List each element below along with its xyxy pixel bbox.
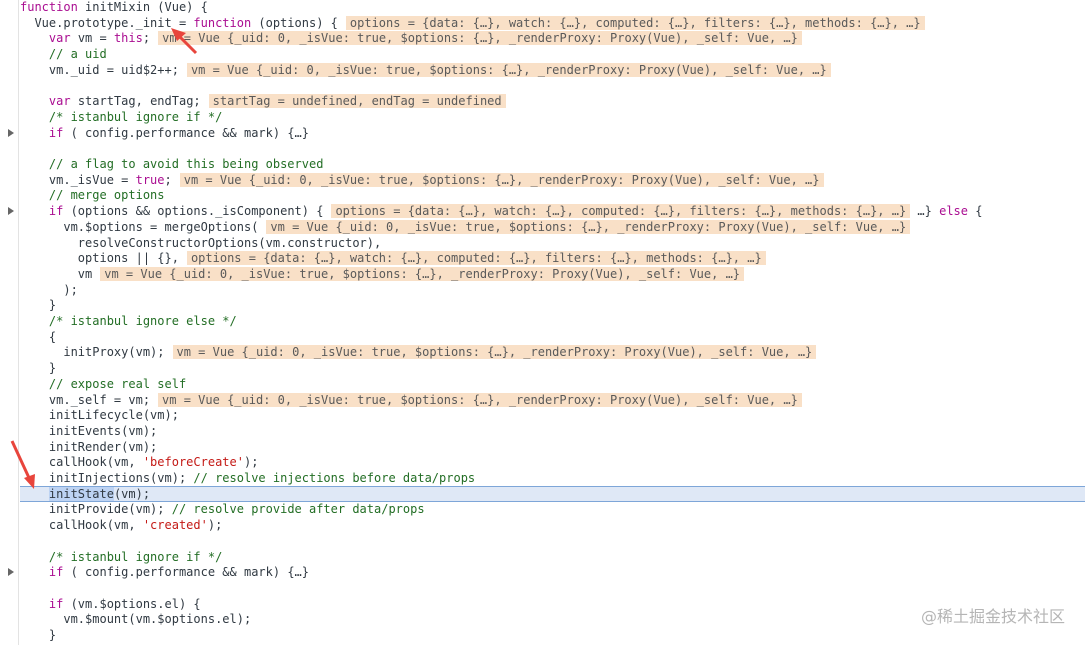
- code-line[interactable]: [20, 140, 1085, 156]
- code-text: vm._isVue = true;: [20, 172, 172, 187]
- code-text: var startTag, endTag;: [48, 94, 201, 109]
- watermark: @稀土掘金技术社区: [920, 607, 1065, 626]
- code-line[interactable]: /* istanbul ignore if */: [20, 549, 1085, 565]
- code-text: vm.$options = mergeOptions(: [20, 219, 259, 234]
- code-line[interactable]: initEvents(vm);: [20, 423, 1085, 439]
- code-line[interactable]: // merge options: [20, 187, 1085, 203]
- fold-toggle-icon[interactable]: [8, 128, 14, 137]
- code-line[interactable]: [20, 580, 1085, 596]
- code-line[interactable]: // expose real self: [20, 376, 1085, 392]
- code-text: vm.$mount(vm.$options.el);: [20, 612, 252, 627]
- code-line[interactable]: if ( config.performance && mark) {…}: [20, 125, 1085, 141]
- code-line[interactable]: initInjections(vm); // resolve injection…: [20, 470, 1085, 486]
- code-text: // a uid: [20, 47, 107, 62]
- code-line[interactable]: vm._self = vm; vm = Vue {_uid: 0, _isVue:…: [20, 392, 1085, 408]
- code-line[interactable]: Vue.prototype._init = function (options)…: [20, 15, 1085, 31]
- code-text: var vm = this;: [48, 31, 151, 46]
- code-text: initProvide(vm); // resolve provide afte…: [20, 502, 425, 517]
- source-code-panel[interactable]: function initMixin (Vue) { Vue.prototype…: [0, 0, 1085, 645]
- code-line[interactable]: /* istanbul ignore if */: [20, 109, 1085, 125]
- code-text-suffix: …} else {: [910, 204, 983, 219]
- code-line[interactable]: {: [20, 329, 1085, 345]
- code-text: initInjections(vm); // resolve injection…: [20, 471, 476, 485]
- inline-debug-value[interactable]: vm = Vue {_uid: 0, _isVue: true, $option…: [172, 345, 817, 360]
- code-text: }: [20, 361, 57, 376]
- inline-debug-value[interactable]: startTag = undefined, endTag = undefined: [208, 94, 506, 109]
- code-text: /* istanbul ignore if */: [20, 549, 223, 564]
- inline-debug-value[interactable]: options = {data: {…}, watch: {…}, comput…: [331, 204, 911, 219]
- code-text: initRender(vm);: [20, 439, 158, 454]
- code-text: /* istanbul ignore else */: [20, 314, 237, 328]
- inline-debug-value[interactable]: vm = Vue {_uid: 0, _isVue: true, $option…: [266, 219, 911, 234]
- code-line[interactable]: var vm = this; vm = Vue {_uid: 0, _isVue:…: [20, 30, 1085, 46]
- code-text: if (options && options._isComponent) {: [48, 204, 324, 219]
- code-text: vm: [20, 266, 93, 281]
- inline-debug-value[interactable]: vm = Vue {_uid: 0, _isVue: true, $option…: [100, 266, 745, 281]
- code-text: Vue.prototype._init = function (options)…: [20, 15, 338, 30]
- code-text: if (vm.$options.el) {: [48, 596, 201, 611]
- code-line[interactable]: // a flag to avoid this being observed: [20, 156, 1085, 172]
- code-text: callHook(vm, 'beforeCreate');: [20, 455, 259, 470]
- code-line[interactable]: initRender(vm);: [20, 439, 1085, 455]
- code-line[interactable]: [20, 533, 1085, 549]
- inline-debug-value[interactable]: options = {data: {…}, watch: {…}, comput…: [345, 15, 925, 30]
- code-line[interactable]: /* istanbul ignore else */: [20, 313, 1085, 329]
- code-line[interactable]: function initMixin (Vue) {: [20, 0, 1085, 15]
- code-line[interactable]: initProvide(vm); // resolve provide afte…: [20, 501, 1085, 517]
- code-line[interactable]: }: [20, 627, 1085, 643]
- code-text: // expose real self: [20, 376, 187, 391]
- code-line[interactable]: initLifecycle(vm);: [20, 407, 1085, 423]
- code-line[interactable]: vm vm = Vue {_uid: 0, _isVue: true, $opti…: [20, 266, 1085, 282]
- code-text: }: [20, 628, 57, 642]
- code-line[interactable]: options || {}, options = {data: {…}, watc…: [20, 250, 1085, 266]
- code-text: // a flag to avoid this being observed: [20, 157, 324, 171]
- code-text: resolveConstructorOptions(vm.constructor…: [20, 235, 382, 250]
- code-line[interactable]: // a uid: [20, 46, 1085, 62]
- code-text: initProxy(vm);: [20, 345, 165, 360]
- code-line[interactable]: callHook(vm, 'beforeCreate');: [20, 454, 1085, 470]
- code-text: /* istanbul ignore if */: [20, 109, 223, 124]
- fold-toggle-icon[interactable]: [8, 207, 14, 216]
- code-line[interactable]: callHook(vm, 'created');: [20, 517, 1085, 533]
- code-text: {: [20, 329, 57, 344]
- code-line[interactable]: var startTag, endTag; startTag = undefine…: [20, 93, 1085, 109]
- inline-debug-value[interactable]: vm = Vue {_uid: 0, _isVue: true, $option…: [158, 31, 802, 46]
- code-line[interactable]: if (options && options._isComponent) { op…: [20, 203, 1085, 219]
- fold-toggle-icon[interactable]: [8, 568, 14, 577]
- code-text: initLifecycle(vm);: [20, 408, 179, 423]
- code-line[interactable]: vm._isVue = true; vm = Vue {_uid: 0, _isV…: [20, 172, 1085, 188]
- code-text: initEvents(vm);: [20, 423, 158, 438]
- code-text: }: [20, 298, 57, 313]
- code-line[interactable]: [20, 78, 1085, 94]
- inline-debug-value[interactable]: vm = Vue {_uid: 0, _isVue: true, $option…: [179, 172, 824, 187]
- current-execution-line[interactable]: initState(vm);: [20, 485, 1085, 502]
- code-text: vm._self = vm;: [20, 392, 151, 407]
- code-text: if ( config.performance && mark) {…}: [48, 125, 309, 140]
- code-text: // merge options: [20, 188, 165, 203]
- code-line[interactable]: }: [20, 360, 1085, 376]
- code-text: options || {},: [20, 251, 179, 266]
- code-line[interactable]: vm._uid = uid$2++; vm = Vue {_uid: 0, _is…: [20, 62, 1085, 78]
- code-text: function initMixin (Vue) {: [20, 0, 208, 14]
- inline-debug-value[interactable]: options = {data: {…}, watch: {…}, comput…: [186, 251, 766, 266]
- code-line[interactable]: initProxy(vm); vm = Vue {_uid: 0, _isVue:…: [20, 344, 1085, 360]
- code-text: );: [20, 282, 78, 297]
- inline-debug-value[interactable]: vm = Vue {_uid: 0, _isVue: true, $option…: [186, 62, 831, 77]
- code-text: initState(vm);: [48, 486, 151, 501]
- code-line[interactable]: );: [20, 282, 1085, 298]
- code-line[interactable]: if ( config.performance && mark) {…}: [20, 564, 1085, 580]
- code-line[interactable]: vm.$options = mergeOptions( vm = Vue {_ui…: [20, 219, 1085, 235]
- code-text: callHook(vm, 'created');: [20, 518, 223, 533]
- code-text: if ( config.performance && mark) {…}: [48, 565, 309, 580]
- code-line[interactable]: }: [20, 297, 1085, 313]
- inline-debug-value[interactable]: vm = Vue {_uid: 0, _isVue: true, $option…: [158, 392, 802, 407]
- code-text: vm._uid = uid$2++;: [20, 62, 179, 77]
- code-line[interactable]: resolveConstructorOptions(vm.constructor…: [20, 235, 1085, 251]
